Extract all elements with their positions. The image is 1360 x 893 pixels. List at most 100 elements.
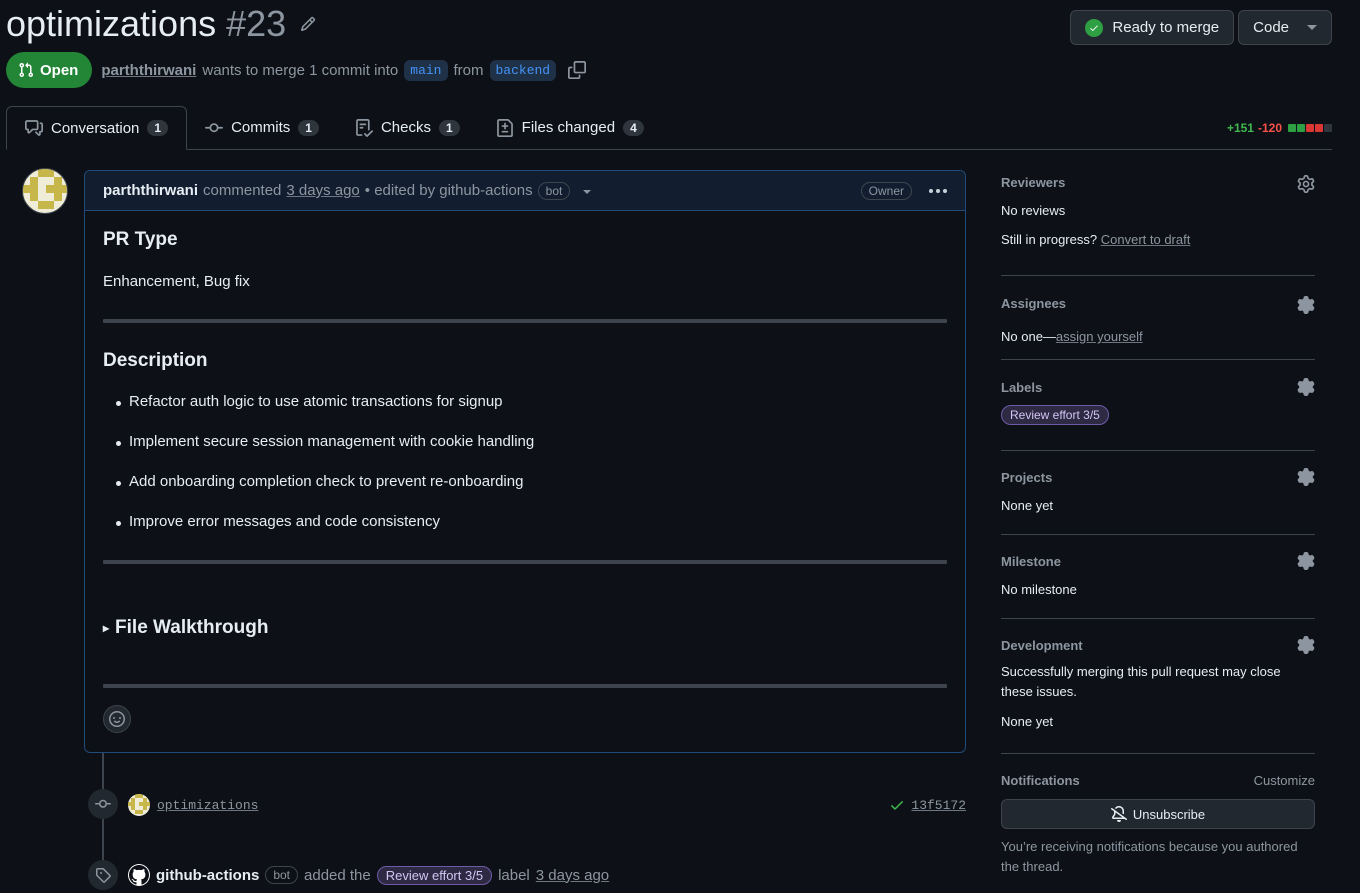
still-text: Still in progress? (1001, 232, 1098, 247)
development-title[interactable]: Development (1001, 638, 1083, 653)
copy-icon[interactable] (568, 61, 587, 79)
labels-list: Review effort 3/5 (1001, 405, 1109, 425)
gear-icon[interactable] (1297, 552, 1315, 570)
bot-badge: bot (537, 181, 571, 200)
timeline-commit: optimizations 13f5172 (128, 793, 966, 817)
diff-additions: +151 (1226, 121, 1254, 135)
edit-history-dropdown-icon[interactable] (583, 190, 592, 194)
unsubscribe-label: Unsubscribe (1132, 806, 1206, 822)
gear-icon[interactable] (1297, 378, 1315, 396)
pr-description-comment: parththirwani commented 3 days ago • edi… (84, 170, 966, 753)
tab-files-changed[interactable]: Files changed 4 (478, 106, 662, 149)
label-time[interactable]: 3 days ago (536, 867, 609, 884)
convert-to-draft-link[interactable]: Convert to draft (1101, 232, 1191, 247)
chevron-down-icon (1307, 25, 1317, 30)
status-badge: Open (6, 52, 93, 88)
gear-icon[interactable] (1297, 468, 1315, 486)
tab-count: 1 (298, 119, 319, 136)
pr-title: optimizations (6, 3, 217, 44)
header-actions: Ready to merge Code (1070, 10, 1332, 45)
reviewers-value: No reviews (1001, 203, 1066, 218)
gear-icon[interactable] (1297, 175, 1315, 193)
code-button[interactable]: Code (1238, 10, 1332, 45)
divider (103, 560, 947, 564)
comment-discussion-icon (25, 119, 43, 137)
ready-to-merge-button[interactable]: Ready to merge (1070, 10, 1235, 45)
projects-title[interactable]: Projects (1001, 470, 1052, 485)
list-item: Improve error messages and code consiste… (103, 513, 947, 553)
comment-edited: • edited by github-actions (364, 182, 533, 199)
git-commit-icon (88, 789, 118, 819)
bot-badge: bot (265, 866, 299, 884)
description-list: Refactor auth logic to use atomic transa… (103, 393, 947, 553)
notifications-title: Notifications (1001, 773, 1080, 788)
diffstat-block (1315, 124, 1323, 132)
sidebar-labels: Labels Review effort 3/5 (1001, 360, 1315, 451)
comment-time[interactable]: 3 days ago (286, 182, 359, 199)
base-branch[interactable]: main (404, 59, 448, 81)
checklist-icon (355, 118, 373, 137)
divider (103, 319, 947, 323)
list-item: Add onboarding completion check to preve… (103, 473, 947, 513)
labels-title[interactable]: Labels (1001, 380, 1042, 395)
code-button-label: Code (1253, 19, 1289, 36)
notifications-text: You’re receiving notifications because y… (1001, 839, 1298, 874)
head-branch[interactable]: backend (489, 59, 557, 81)
divider (103, 684, 947, 688)
tab-conversation[interactable]: Conversation 1 (6, 106, 188, 150)
tab-count: 1 (438, 119, 460, 136)
diffstat-blocks (1288, 124, 1332, 132)
tag-icon (88, 860, 118, 890)
from-text: from (453, 61, 484, 79)
git-commit-icon (205, 119, 224, 137)
assignees-none: No one— (1001, 329, 1056, 344)
diff-deletions: -120 (1257, 121, 1282, 135)
still-in-progress: Still in progress? Convert to draft (1001, 230, 1190, 250)
comment-header: parththirwani commented 3 days ago • edi… (85, 171, 965, 211)
customize-link[interactable]: Customize (1254, 773, 1315, 788)
gear-icon[interactable] (1297, 296, 1315, 314)
milestone-title[interactable]: Milestone (1001, 554, 1061, 569)
file-walkthrough-label: File Walkthrough (115, 617, 269, 638)
label-pill[interactable]: Review effort 3/5 (376, 865, 493, 885)
kebab-menu-icon[interactable] (929, 188, 947, 193)
pr-title-row: optimizations #23 (6, 0, 316, 48)
assign-yourself-link[interactable]: assign yourself (1056, 329, 1143, 344)
tab-count: 1 (147, 120, 169, 136)
avatar[interactable] (22, 168, 68, 214)
label-actor[interactable]: github-actions (156, 867, 259, 884)
sidebar: Reviewers No reviews Still in progress? … (1001, 170, 1315, 893)
label-pill[interactable]: Review effort 3/5 (1001, 405, 1109, 425)
sidebar-assignees: Assignees No one—assign yourself (1001, 276, 1315, 360)
github-icon[interactable] (128, 864, 150, 886)
assignees-title[interactable]: Assignees (1001, 296, 1066, 311)
gear-icon[interactable] (1297, 636, 1315, 654)
unsubscribe-button[interactable]: Unsubscribe (1001, 799, 1315, 829)
diffstat: +151 -120 (1227, 121, 1332, 135)
triangle-right-icon: ▸ (103, 621, 110, 635)
comment-author[interactable]: parththirwani (103, 182, 198, 199)
diffstat-block (1288, 124, 1296, 132)
file-walkthrough-toggle[interactable]: ▸ File Walkthrough (103, 617, 268, 639)
pr-tabs: Conversation 1 Commits 1 Checks 1 Files … (6, 106, 1332, 150)
sidebar-notifications: Notifications Customize Unsubscribe You’… (1001, 754, 1315, 893)
avatar[interactable] (128, 794, 150, 816)
label-text: label (498, 866, 530, 884)
description-heading: Description (103, 350, 208, 371)
tab-commits[interactable]: Commits 1 (187, 106, 337, 149)
pencil-icon[interactable] (300, 16, 316, 32)
file-diff-icon (496, 118, 514, 137)
smiley-icon[interactable] (103, 705, 131, 733)
merge-text: wants to merge 1 commit into (202, 61, 399, 79)
development-value: None yet (1001, 714, 1054, 729)
author-link[interactable]: parththirwani (101, 62, 196, 79)
assignees-value: No one—assign yourself (1001, 327, 1143, 347)
commit-message-link[interactable]: optimizations (157, 798, 258, 813)
diffstat-block (1324, 124, 1332, 132)
commit-sha-link[interactable]: 13f5172 (911, 798, 966, 813)
reviewers-title[interactable]: Reviewers (1001, 175, 1065, 190)
tab-checks[interactable]: Checks 1 (337, 106, 478, 149)
pr-meta: Open parththirwani wants to merge 1 comm… (6, 52, 587, 88)
status-label: Open (40, 61, 79, 79)
comment-action: commented (203, 182, 282, 199)
